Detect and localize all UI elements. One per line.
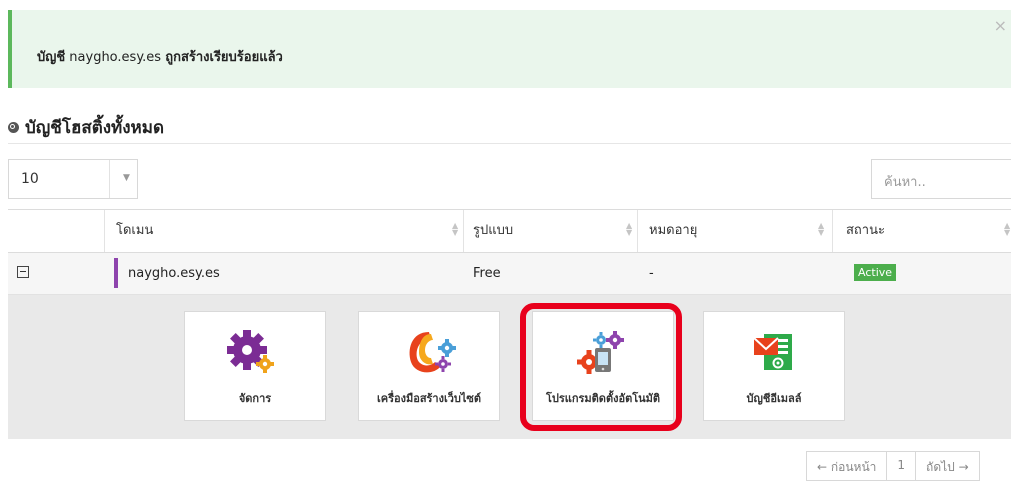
page-length-value: 10: [21, 171, 39, 187]
column-separator: [637, 210, 638, 252]
column-header-status[interactable]: สถานะ: [846, 210, 885, 252]
page-title-text: บัญชีโฮสติ้งทั้งหมด: [25, 118, 164, 138]
divider: [8, 143, 1011, 144]
page-length-select[interactable]: 10 ▼: [8, 159, 138, 199]
table-header: โดเมน ▲ ▼ รูปแบบ ▲ ▼ หมดอายุ ▲ ▼ สถานะ ▲ ▼: [8, 209, 1011, 253]
collapse-icon[interactable]: [17, 266, 29, 278]
column-header-expires[interactable]: หมดอายุ: [649, 210, 697, 252]
search-placeholder: ค้นหา..: [884, 175, 926, 190]
sort-icon[interactable]: ▲ ▼: [452, 222, 458, 237]
domain-color-bar: [114, 258, 118, 288]
email-accounts-label: บัญชีอีเมลล์: [746, 392, 802, 405]
next-page-button[interactable]: ถัดไป →: [916, 452, 979, 480]
page-1-button[interactable]: 1: [887, 452, 917, 480]
close-icon[interactable]: ×: [994, 16, 1007, 35]
page-title: บัญชีโฮสติ้งทั้งหมด: [8, 114, 164, 141]
email-accounts-button[interactable]: บัญชีอีเมลล์: [703, 311, 845, 421]
column-separator: [104, 210, 105, 252]
column-separator: [832, 210, 833, 252]
success-alert: บัญชี naygho.esy.es ถูกสร้างเรียบร้อยแล้…: [8, 10, 1011, 88]
column-separator: [463, 210, 464, 252]
table-row: naygho.esy.es Free - Active: [8, 253, 1011, 295]
auto-installer-button[interactable]: โปรแกรมติดตั้งอัตโนมัติ: [532, 311, 674, 421]
website-builder-button[interactable]: เครื่องมือสร้างเว็บไซต์: [358, 311, 500, 421]
account-tools-panel: จัดการ เครื่องมือสร้างเว็บไซต์ โปรแกรมติ…: [8, 295, 1011, 439]
globe-icon: [8, 122, 19, 133]
status-badge: Active: [854, 264, 897, 281]
pagination: ← ก่อนหน้า 1 ถัดไป →: [806, 451, 980, 481]
prev-page-button[interactable]: ← ก่อนหน้า: [807, 452, 888, 480]
alert-prefix: บัญชี: [37, 50, 66, 65]
alert-domain: naygho.esy.es: [69, 50, 162, 65]
column-header-plan[interactable]: รูปแบบ: [473, 210, 513, 252]
website-builder-label: เครื่องมือสร้างเว็บไซต์: [376, 392, 482, 405]
chevron-down-icon: ▼: [123, 173, 130, 183]
manage-button[interactable]: จัดการ: [184, 311, 326, 421]
sort-icon[interactable]: ▲ ▼: [818, 222, 824, 237]
website-builder-icon: [359, 328, 499, 378]
alert-suffix: ถูกสร้างเรียบร้อยแล้ว: [165, 50, 283, 65]
select-separator: [109, 160, 110, 198]
sort-icon[interactable]: ▲ ▼: [1004, 222, 1010, 237]
sort-icon[interactable]: ▲ ▼: [626, 222, 632, 237]
search-input[interactable]: ค้นหา..: [871, 159, 1011, 199]
manage-label: จัดการ: [238, 392, 272, 405]
auto-installer-label: โปรแกรมติดตั้งอัตโนมัติ: [545, 392, 661, 405]
row-expires: -: [649, 266, 654, 281]
row-domain: naygho.esy.es: [128, 266, 220, 281]
column-header-domain[interactable]: โดเมน: [116, 210, 153, 252]
auto-installer-icon: [533, 328, 673, 378]
email-accounts-icon: [704, 328, 844, 378]
row-plan: Free: [473, 266, 501, 281]
alert-message: บัญชี naygho.esy.es ถูกสร้างเรียบร้อยแล้…: [37, 46, 283, 67]
gears-icon: [185, 328, 325, 378]
